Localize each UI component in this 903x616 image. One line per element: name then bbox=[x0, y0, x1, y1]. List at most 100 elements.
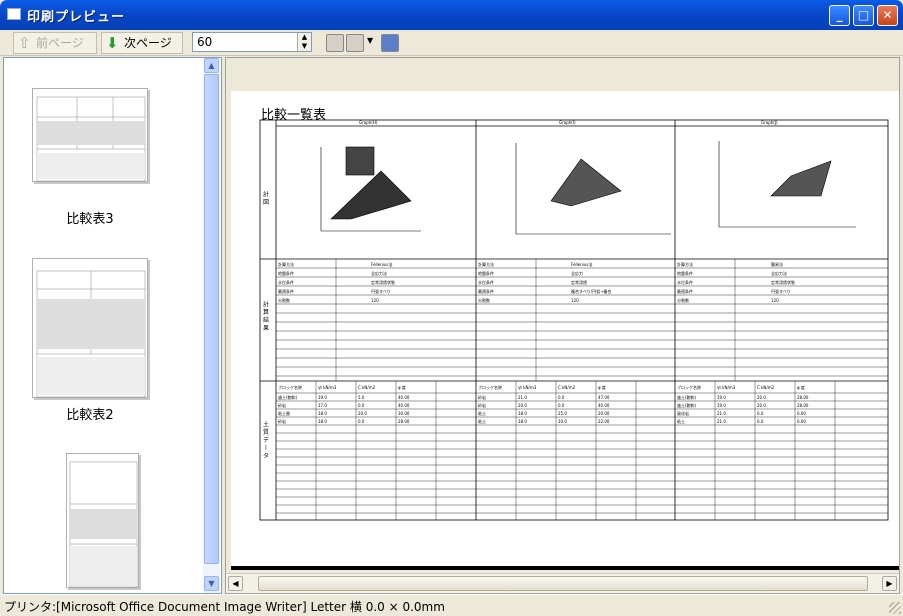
param-cell: 全応力法 bbox=[371, 270, 387, 276]
thumbnail-2-label: 比較表2 bbox=[66, 408, 114, 423]
soil-cell: 17.0 bbox=[318, 403, 327, 408]
param-cell: 120 bbox=[771, 298, 779, 303]
row-label-figure: 計 図 bbox=[262, 190, 269, 206]
next-page-button[interactable]: ⬇ 次ページ bbox=[101, 32, 183, 54]
param-cell: 120 bbox=[371, 298, 379, 303]
toolbar: ⇧ 前ページ ⬇ 次ページ bbox=[0, 30, 903, 56]
soil-header-cell: γt kN/m3 bbox=[518, 385, 537, 390]
param-cell: 円弧すべり bbox=[371, 288, 391, 294]
scroll-up-button[interactable]: ▲ bbox=[204, 58, 219, 73]
soil-header-cell: φ 度 bbox=[598, 384, 606, 390]
soil-cell: 盛土(飽和) bbox=[278, 394, 298, 400]
soil-header-cell: φ 度 bbox=[398, 384, 406, 390]
soil-cell: 19.0 bbox=[318, 395, 327, 400]
soil-cell: 0.0 bbox=[757, 411, 764, 416]
minimize-button[interactable]: _ bbox=[829, 5, 850, 26]
scroll-down-button[interactable]: ▼ bbox=[204, 576, 219, 591]
thumbnail-pane: 比較表3 比較表2 ▲ ▼ bbox=[3, 57, 222, 594]
next-page-label: 次ページ bbox=[124, 36, 172, 50]
soil-cell: 40.00 bbox=[398, 395, 410, 400]
soil-cell: 粘土 bbox=[478, 410, 486, 416]
param-cell: 水位条件 bbox=[278, 279, 294, 285]
window-title: 印刷プレビュー bbox=[27, 10, 126, 25]
preview-page: 比較一覧表 Graph(H) Graph(I) Graph(J) 計 図 計 算… bbox=[231, 91, 899, 569]
param-cell: 定常浸透状態 bbox=[771, 279, 795, 285]
soil-cell: 砂岩 bbox=[278, 418, 286, 424]
soil-cell: 砂岩 bbox=[478, 402, 486, 408]
printer-setup-icon[interactable] bbox=[326, 34, 344, 52]
param-cell: 分割数 bbox=[677, 297, 689, 303]
horizontal-scroll-thumb[interactable] bbox=[258, 576, 868, 591]
col-header-3: Graph(J) bbox=[761, 120, 778, 125]
horizontal-scrollbar[interactable]: ◀ ▶ bbox=[226, 573, 899, 593]
param-cell: 定常浸透 bbox=[571, 279, 587, 285]
soil-cell: 0.0 bbox=[358, 419, 365, 424]
soil-cell: 18.0 bbox=[518, 419, 527, 424]
soil-cell: 0.0 bbox=[558, 395, 565, 400]
soil-cell: 風化岩 bbox=[677, 410, 689, 416]
thumbnail-1-preview bbox=[69, 461, 138, 588]
soil-cell: 21.0 bbox=[717, 419, 726, 424]
param-cell: 定常浸透状態 bbox=[371, 279, 395, 285]
param-cell: 計算方法 bbox=[677, 261, 693, 267]
thumbnail-3-preview bbox=[36, 96, 146, 182]
preview-pane: 比較一覧表 Graph(H) Graph(I) Graph(J) 計 図 計 算… bbox=[225, 57, 900, 594]
soil-cell: 砂岩 bbox=[478, 394, 486, 400]
soil-cell: 25.0 bbox=[558, 411, 567, 416]
window-icon bbox=[7, 8, 21, 20]
zoom-spin-buttons[interactable]: ▲ ▼ bbox=[297, 33, 311, 51]
soil-cell: 28.00 bbox=[797, 395, 809, 400]
print-dropdown-icon[interactable]: ▼ bbox=[367, 36, 373, 45]
soil-cell: 20.0 bbox=[518, 403, 527, 408]
param-cell: Fellenius法 bbox=[371, 261, 393, 267]
thumbnail-page-3[interactable] bbox=[32, 88, 148, 182]
param-cell: 計算方法 bbox=[278, 261, 294, 267]
soil-cell: 30.00 bbox=[398, 411, 410, 416]
prev-page-button[interactable]: ⇧ 前ページ bbox=[13, 32, 97, 54]
scroll-left-button[interactable]: ◀ bbox=[228, 576, 243, 591]
param-cell: 円弧すべり bbox=[771, 288, 791, 294]
title-bar: 印刷プレビュー _ □ ✕ bbox=[0, 0, 903, 30]
param-cell: 全応力法 bbox=[771, 270, 787, 276]
param-cell: Fellenius法 bbox=[571, 261, 593, 267]
param-cell: 分割数 bbox=[278, 297, 290, 303]
zoom-value: 60 bbox=[197, 35, 213, 49]
page-bottom-border bbox=[231, 566, 899, 570]
close-button[interactable]: ✕ bbox=[877, 5, 898, 26]
arrow-up-icon: ⇧ bbox=[18, 34, 31, 52]
soil-cell: 18.0 bbox=[318, 419, 327, 424]
thumbnail-page-1[interactable] bbox=[66, 453, 139, 588]
book-icon[interactable] bbox=[381, 34, 399, 52]
soil-header-cell: ブロック名称 bbox=[278, 384, 302, 390]
zoom-spinner[interactable]: 60 ▲ ▼ bbox=[192, 32, 312, 52]
soil-header-cell: ブロック名称 bbox=[478, 384, 502, 390]
soil-cell: 0.0 bbox=[358, 403, 365, 408]
soil-cell: 0.0 bbox=[558, 403, 565, 408]
param-cell: 最適条件 bbox=[278, 288, 294, 294]
soil-cell: 28.00 bbox=[797, 403, 809, 408]
param-cell: 最適条件 bbox=[478, 288, 494, 294]
soil-cell: 20.0 bbox=[757, 403, 766, 408]
param-cell: 計算方法 bbox=[478, 261, 494, 267]
print-icon[interactable] bbox=[346, 34, 364, 52]
soil-cell: 5.0 bbox=[358, 395, 365, 400]
soil-cell: 粘土層 bbox=[278, 410, 290, 416]
soil-cell: 20.00 bbox=[598, 411, 610, 416]
soil-cell: 粘土 bbox=[677, 418, 685, 424]
param-cell: 地盤条件 bbox=[278, 270, 294, 276]
param-cell: 水位条件 bbox=[677, 279, 693, 285]
maximize-button[interactable]: □ bbox=[853, 5, 874, 26]
param-cell: 分割数 bbox=[478, 297, 490, 303]
thumbnail-2-preview bbox=[36, 270, 146, 398]
thumbnail-page-2[interactable] bbox=[32, 258, 148, 398]
scroll-right-button[interactable]: ▶ bbox=[882, 576, 897, 591]
soil-cell: 22.00 bbox=[598, 419, 610, 424]
scroll-thumb[interactable] bbox=[204, 74, 219, 564]
soil-header-cell: γt kN/m3 bbox=[717, 385, 736, 390]
thumbnail-scrollbar[interactable]: ▲ ▼ bbox=[203, 58, 220, 593]
resize-grip[interactable] bbox=[889, 602, 901, 614]
param-cell: 水位条件 bbox=[478, 279, 494, 285]
param-cell: 簡易法 bbox=[771, 261, 783, 267]
soil-cell: 20.0 bbox=[757, 395, 766, 400]
soil-header-cell: C kN/m2 bbox=[757, 385, 775, 390]
